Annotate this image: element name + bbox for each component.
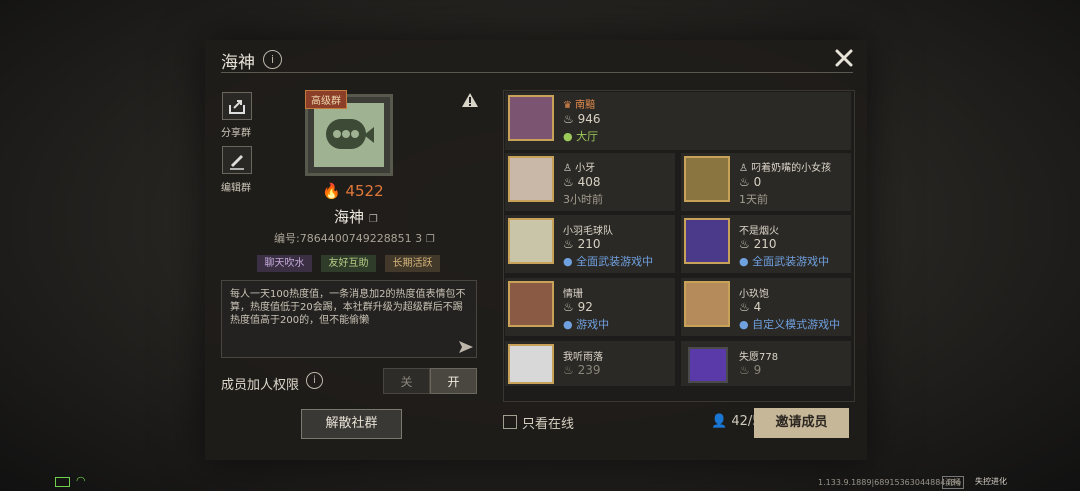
member-status: ● 全面武装游戏中 bbox=[563, 255, 654, 268]
permission-info-icon[interactable]: i bbox=[306, 372, 323, 389]
edit-group-button[interactable] bbox=[222, 146, 252, 174]
permission-label: 成员加人权限 bbox=[221, 378, 300, 393]
share-group-button[interactable] bbox=[222, 92, 252, 120]
member-status: ● 大厅 bbox=[563, 130, 599, 143]
divider bbox=[221, 72, 853, 73]
copy-id-icon[interactable]: ❐ bbox=[426, 234, 435, 245]
edit-icon bbox=[230, 155, 244, 170]
fluent-label: 流畅 bbox=[942, 476, 964, 489]
avatar bbox=[688, 347, 728, 383]
tag-help: 友好互助 bbox=[321, 255, 376, 272]
member-heat: ♨ 210 bbox=[563, 237, 601, 251]
member-name: 小玖饱 bbox=[739, 289, 769, 300]
avatar bbox=[508, 344, 554, 384]
avatar bbox=[508, 281, 554, 327]
chat-bubble-icon bbox=[326, 119, 374, 149]
member-status: 1天前 bbox=[739, 193, 768, 206]
version-text: 1.133.9.1889|68915363044884484 bbox=[818, 478, 961, 487]
member-name: 小羽毛球队 bbox=[563, 226, 613, 237]
group-description: 每人一天100热度值，一条消息加2的热度值表情包不算，热度值低于20会踢，本社群… bbox=[221, 280, 477, 358]
group-heat-value: 4522 bbox=[345, 182, 384, 200]
member-heat: ♨ 9 bbox=[739, 363, 762, 377]
share-icon bbox=[229, 100, 245, 114]
avatar bbox=[508, 156, 554, 202]
member-heat: ♨ 946 bbox=[563, 112, 601, 126]
member-heat: ♨ 210 bbox=[739, 237, 777, 251]
edit-group-label: 编辑群 bbox=[221, 183, 251, 194]
info-icon[interactable]: i bbox=[263, 50, 282, 69]
member-name: ♛ 南黯 bbox=[563, 100, 596, 111]
tag-chat: 聊天吹水 bbox=[257, 255, 312, 272]
group-heat: 🔥 4522 bbox=[322, 182, 384, 200]
online-only-label: 只看在线 bbox=[522, 417, 575, 432]
person-icon: 👤 bbox=[711, 414, 728, 429]
online-only-checkbox[interactable] bbox=[503, 415, 517, 429]
avatar bbox=[684, 156, 730, 202]
member-heat: ♨ 239 bbox=[563, 363, 601, 377]
member-status: ● 游戏中 bbox=[563, 318, 610, 331]
group-name-text: 海神 bbox=[334, 208, 365, 226]
wifi-icon: ◠ bbox=[76, 474, 86, 487]
permission-off-button[interactable]: 关 bbox=[383, 368, 430, 394]
member-status: ● 自定义模式游戏中 bbox=[739, 318, 841, 331]
member-name: 失愿778 bbox=[739, 352, 779, 363]
avatar bbox=[684, 218, 730, 264]
crown-icon: ♛ bbox=[563, 100, 572, 111]
send-icon[interactable] bbox=[458, 340, 474, 354]
copy-icon[interactable]: ❐ bbox=[369, 214, 378, 225]
member-name: 不是烟火 bbox=[739, 226, 779, 237]
share-group-label: 分享群 bbox=[221, 128, 251, 139]
group-id-text: 编号:7864400749228851 3 bbox=[274, 232, 423, 245]
group-name: 海神 ❐ bbox=[334, 206, 378, 227]
member-heat: ♨ 92 bbox=[563, 300, 593, 314]
member-name: 我听雨落 bbox=[563, 352, 603, 363]
member-name: ♙ 叼着奶嘴的小女孩 bbox=[739, 163, 832, 174]
member-heat: ♨ 0 bbox=[739, 175, 762, 189]
invite-members-button[interactable]: 邀请成员 bbox=[754, 408, 849, 438]
brand-logo: 失控进化 bbox=[975, 477, 1007, 486]
close-icon[interactable] bbox=[833, 47, 855, 69]
member-card[interactable] bbox=[505, 92, 851, 150]
tag-active: 长期活跃 bbox=[385, 255, 440, 272]
member-status: 3小时前 bbox=[563, 193, 603, 206]
group-id: 编号:7864400749228851 3 ❐ bbox=[274, 230, 435, 246]
avatar bbox=[508, 218, 554, 264]
battery-icon bbox=[55, 477, 70, 487]
member-heat: ♨ 4 bbox=[739, 300, 762, 314]
member-heat: ♨ 408 bbox=[563, 175, 601, 189]
warning-icon[interactable] bbox=[461, 92, 479, 108]
member-status: ● 全面武装游戏中 bbox=[739, 255, 830, 268]
member-name: 情珊 bbox=[563, 289, 583, 300]
avatar bbox=[684, 281, 730, 327]
dissolve-group-button[interactable]: 解散社群 bbox=[301, 409, 402, 439]
dialog-title: 海神 bbox=[221, 53, 255, 73]
avatar bbox=[508, 95, 554, 141]
group-level-badge: 高级群 bbox=[305, 90, 347, 109]
member-name: ♙ 小牙 bbox=[563, 163, 596, 174]
flame-icon: 🔥 bbox=[322, 182, 341, 200]
permission-on-button[interactable]: 开 bbox=[430, 368, 477, 394]
